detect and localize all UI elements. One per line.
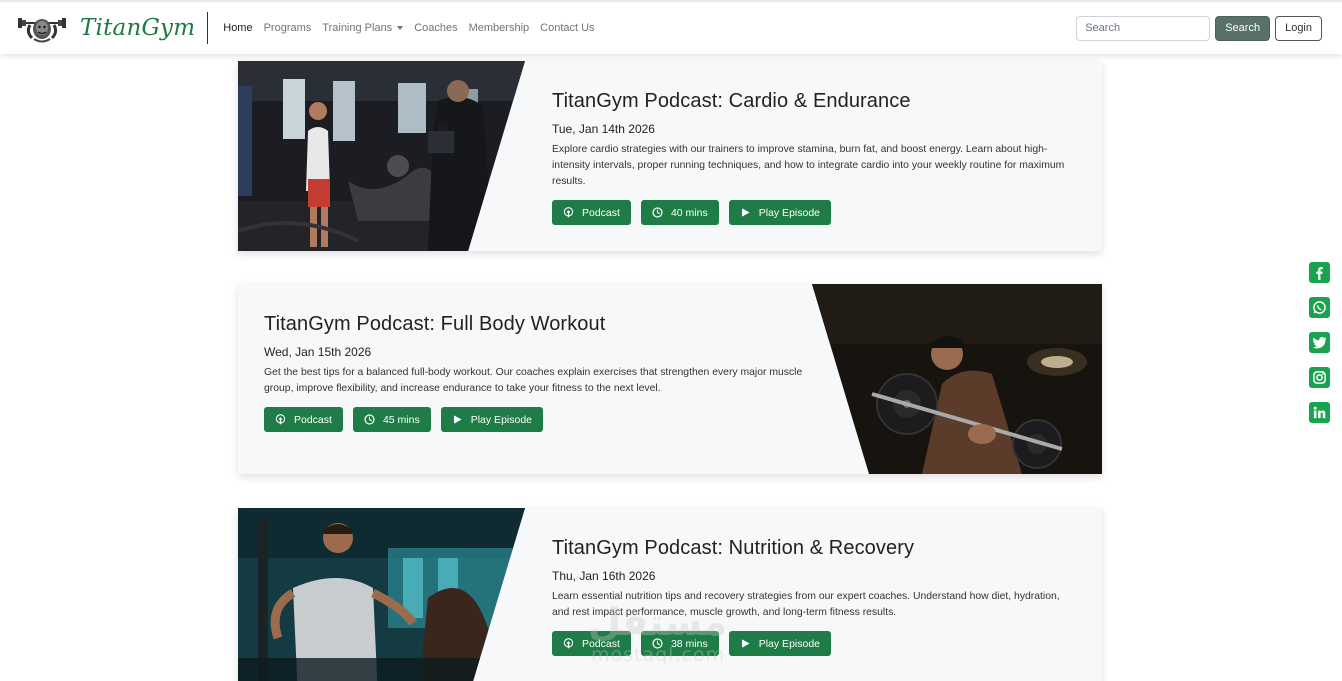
duration-badge[interactable]: 45 mins bbox=[352, 407, 431, 432]
clock-icon bbox=[364, 414, 375, 425]
brand[interactable]: TitanGym bbox=[0, 12, 195, 44]
episode-card: TitanGym Podcast: Nutrition & Recovery T… bbox=[238, 508, 1102, 681]
brand-divider bbox=[207, 12, 209, 44]
play-episode-label: Play Episode bbox=[758, 637, 821, 650]
gym-mascot-logo-icon bbox=[18, 18, 66, 43]
episode-card: TitanGym Podcast: Full Body Workout Wed,… bbox=[238, 284, 1102, 474]
play-episode-button[interactable]: Play Episode bbox=[440, 407, 544, 432]
login-button[interactable]: Login bbox=[1275, 15, 1322, 41]
episode-body: TitanGym Podcast: Cardio & Endurance Tue… bbox=[552, 61, 1072, 225]
podcast-badge[interactable]: Podcast bbox=[264, 407, 343, 432]
episode-description: Learn essential nutrition tips and recov… bbox=[552, 591, 1060, 618]
episode-title: TitanGym Podcast: Full Body Workout bbox=[264, 313, 606, 335]
search-input[interactable] bbox=[1076, 15, 1211, 41]
duration-badge[interactable]: 40 mins bbox=[640, 200, 719, 225]
facebook-link[interactable] bbox=[1309, 262, 1330, 283]
play-icon bbox=[453, 415, 462, 424]
nav-contact-us-label: Contact Us bbox=[540, 22, 595, 34]
podcast-icon bbox=[275, 414, 286, 425]
linkedin-icon bbox=[1313, 406, 1326, 419]
nav-programs[interactable]: Programs bbox=[264, 22, 312, 34]
episode-tags: Podcast 40 mins Play Episode bbox=[552, 200, 1072, 225]
duration-label: 38 mins bbox=[670, 637, 708, 650]
instagram-icon bbox=[1313, 371, 1326, 384]
episode-description: Explore cardio strategies with our train… bbox=[552, 144, 1065, 187]
episode-date: Tue, Jan 14th 2026 bbox=[552, 122, 655, 136]
play-episode-label: Play Episode bbox=[470, 413, 533, 426]
nav-links: Home Programs Training Plans Coaches Mem… bbox=[223, 22, 605, 34]
play-icon bbox=[741, 208, 750, 217]
linkedin-link[interactable] bbox=[1309, 402, 1330, 423]
nav-home[interactable]: Home bbox=[223, 22, 252, 34]
podcast-label: Podcast bbox=[294, 413, 332, 426]
podcast-icon bbox=[563, 638, 574, 649]
search-button[interactable]: Search bbox=[1215, 15, 1271, 41]
podcast-badge[interactable]: Podcast bbox=[552, 200, 631, 225]
caret-down-icon bbox=[397, 26, 404, 30]
play-episode-button[interactable]: Play Episode bbox=[728, 200, 832, 225]
nav-membership[interactable]: Membership bbox=[469, 22, 530, 34]
nav-coaches-label: Coaches bbox=[414, 22, 458, 34]
clock-icon bbox=[652, 638, 663, 649]
episode-card: TitanGym Podcast: Cardio & Endurance Tue… bbox=[238, 61, 1102, 251]
nav-training-plans-label: Training Plans bbox=[322, 22, 393, 34]
episode-body: TitanGym Podcast: Full Body Workout Wed,… bbox=[264, 284, 804, 432]
nav-training-plans-dropdown[interactable]: Training Plans bbox=[322, 22, 404, 34]
navbar: TitanGym Home Programs Training Plans Co… bbox=[0, 0, 1342, 54]
podcast-label: Podcast bbox=[582, 637, 620, 650]
nav-membership-label: Membership bbox=[468, 22, 530, 34]
nav-contact-us[interactable]: Contact Us bbox=[540, 22, 594, 34]
podcast-badge[interactable]: Podcast bbox=[552, 631, 631, 656]
whatsapp-icon bbox=[1313, 301, 1326, 314]
episode-title: TitanGym Podcast: Nutrition & Recovery bbox=[552, 537, 915, 559]
podcast-icon bbox=[563, 207, 574, 218]
play-icon bbox=[741, 639, 750, 648]
brand-name: TitanGym bbox=[80, 15, 196, 41]
nav-home-label: Home bbox=[223, 22, 253, 34]
duration-badge[interactable]: 38 mins bbox=[640, 631, 719, 656]
episode-tags: Podcast 38 mins Play Episode bbox=[552, 631, 1072, 656]
instagram-link[interactable] bbox=[1309, 367, 1330, 388]
episode-date: Thu, Jan 16th 2026 bbox=[552, 569, 656, 583]
episode-image-full-body bbox=[812, 284, 1102, 474]
nav-actions: Search Login bbox=[1076, 15, 1342, 41]
facebook-icon bbox=[1316, 266, 1323, 280]
podcast-label: Podcast bbox=[582, 206, 620, 219]
episode-description: Get the best tips for a balanced full-bo… bbox=[264, 367, 803, 394]
twitter-icon bbox=[1312, 337, 1327, 349]
episode-date: Wed, Jan 15th 2026 bbox=[264, 345, 372, 359]
episode-image-nutrition bbox=[238, 508, 538, 681]
episode-body: TitanGym Podcast: Nutrition & Recovery T… bbox=[552, 508, 1072, 656]
clock-icon bbox=[652, 207, 663, 218]
twitter-link[interactable] bbox=[1309, 332, 1330, 353]
social-links bbox=[1309, 262, 1331, 437]
play-episode-button[interactable]: Play Episode bbox=[728, 631, 832, 656]
episode-image-cardio bbox=[238, 61, 538, 251]
whatsapp-link[interactable] bbox=[1309, 297, 1330, 318]
duration-label: 40 mins bbox=[670, 206, 708, 219]
episode-tags: Podcast 45 mins Play Episode bbox=[264, 407, 804, 432]
nav-programs-label: Programs bbox=[263, 22, 312, 34]
episode-title: TitanGym Podcast: Cardio & Endurance bbox=[552, 90, 911, 112]
play-episode-label: Play Episode bbox=[758, 206, 821, 219]
nav-coaches[interactable]: Coaches bbox=[414, 22, 457, 34]
duration-label: 45 mins bbox=[382, 413, 420, 426]
